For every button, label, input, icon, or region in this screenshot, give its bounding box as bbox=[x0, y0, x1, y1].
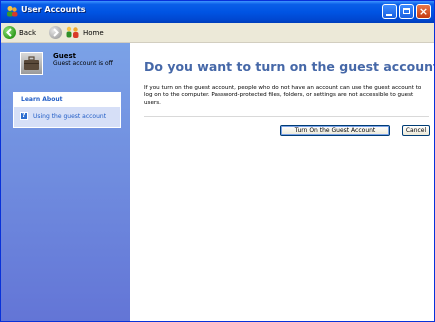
window-title: User Accounts bbox=[21, 5, 86, 14]
learn-about-panel: Learn About ? Using the guest account bbox=[13, 92, 121, 128]
turn-on-guest-account-button[interactable]: Turn On the Guest Account bbox=[280, 125, 390, 136]
minimize-icon bbox=[386, 14, 392, 16]
home-button[interactable]: Home bbox=[65, 25, 104, 40]
user-accounts-icon bbox=[7, 6, 18, 17]
back-arrow-icon bbox=[3, 26, 16, 39]
learn-item-label: Using the guest account bbox=[33, 112, 107, 120]
back-button[interactable]: Back bbox=[3, 25, 36, 40]
forward-arrow-icon bbox=[49, 26, 62, 39]
toolbar: Back Home bbox=[1, 23, 434, 43]
description-text: If you turn on the guest account, people… bbox=[144, 85, 422, 106]
main-content: Do you want to turn on the guest account… bbox=[130, 43, 434, 321]
user-accounts-window: User Accounts × Back Home Guest Guest ac… bbox=[0, 0, 435, 322]
home-label: Home bbox=[83, 28, 104, 37]
forward-button[interactable] bbox=[49, 25, 62, 40]
close-icon: × bbox=[418, 5, 429, 18]
user-status: Guest account is off bbox=[53, 60, 113, 67]
divider bbox=[144, 116, 429, 117]
help-topic-icon: ? bbox=[20, 112, 28, 120]
home-icon bbox=[66, 26, 79, 38]
minimize-button[interactable] bbox=[382, 4, 397, 19]
briefcase-icon bbox=[24, 56, 39, 70]
maximize-icon bbox=[403, 8, 410, 14]
guest-avatar bbox=[20, 52, 43, 75]
cancel-button[interactable]: Cancel bbox=[402, 125, 430, 136]
user-summary: Guest Guest account is off bbox=[1, 43, 130, 85]
page-title: Do you want to turn on the guest account… bbox=[144, 59, 435, 74]
close-button[interactable]: × bbox=[416, 4, 431, 19]
back-label: Back bbox=[19, 28, 36, 37]
learn-item-using-guest-account[interactable]: ? Using the guest account bbox=[20, 112, 106, 120]
user-name: Guest bbox=[53, 52, 76, 60]
maximize-button[interactable] bbox=[399, 4, 414, 19]
learn-about-title: Learn About bbox=[21, 96, 63, 103]
task-pane: Guest Guest account is off Learn About ?… bbox=[1, 43, 130, 321]
title-bar[interactable]: User Accounts × bbox=[1, 1, 434, 23]
learn-about-header[interactable]: Learn About bbox=[14, 93, 120, 107]
